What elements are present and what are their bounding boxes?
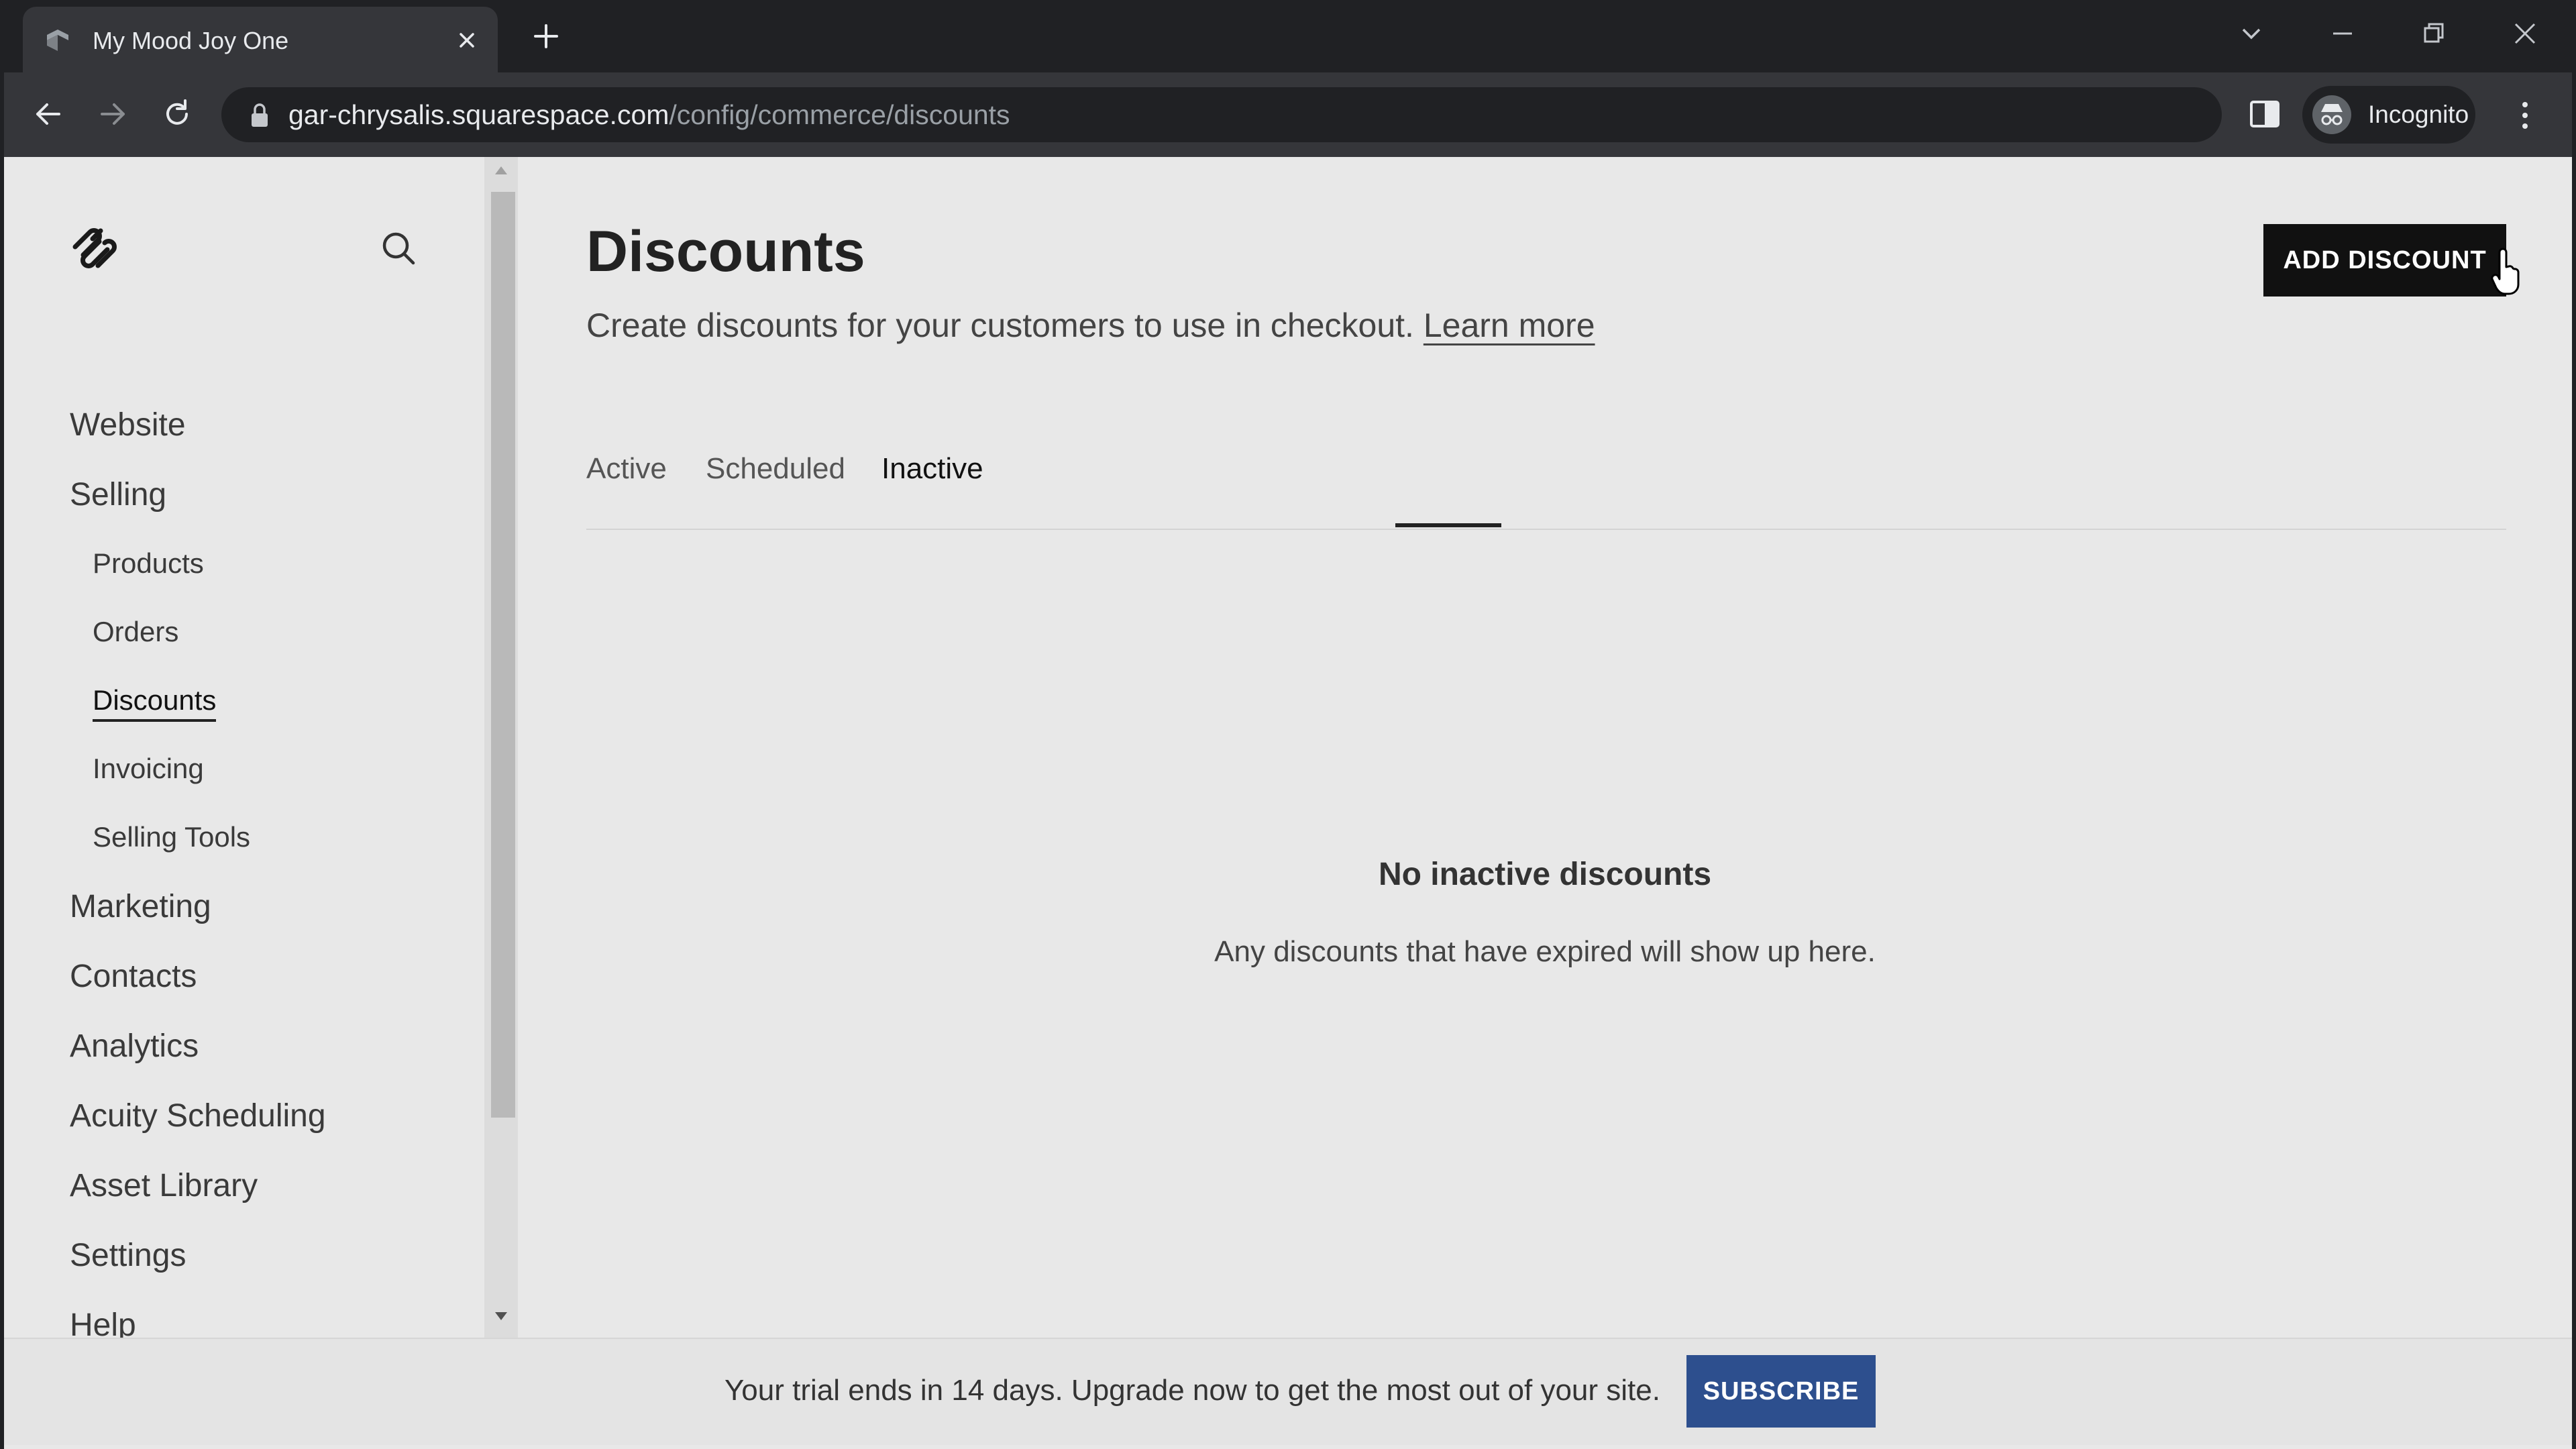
forward-arrow-icon[interactable]: [93, 94, 133, 134]
sidebar: Website Selling Products Orders Discount…: [4, 157, 484, 1343]
scroll-down-arrow-icon[interactable]: [492, 1309, 510, 1323]
url-path: /config/commerce/discounts: [669, 99, 1010, 130]
empty-state-title: No inactive discounts: [1378, 857, 1712, 892]
url-text: gar-chrysalis.squarespace.com/config/com…: [288, 99, 1010, 131]
sidebar-item-selling-tools[interactable]: Selling Tools: [93, 821, 250, 853]
browser-tab[interactable]: My Mood Joy One: [23, 7, 498, 72]
main-content: Discounts Create discounts for your cust…: [518, 157, 2572, 1338]
trial-message: Your trial ends in 14 days. Upgrade now …: [724, 1374, 1660, 1407]
back-arrow-icon[interactable]: [28, 94, 68, 134]
browser-menu-icon[interactable]: [2512, 95, 2538, 136]
sidebar-item-website[interactable]: Website: [70, 407, 186, 443]
sidebar-item-marketing[interactable]: Marketing: [70, 888, 211, 925]
squarespace-logo-icon[interactable]: [68, 225, 122, 271]
page-title: Discounts: [586, 219, 865, 284]
scrollbar-thumb[interactable]: [491, 192, 515, 1118]
address-bar[interactable]: gar-chrysalis.squarespace.com/config/com…: [221, 87, 2416, 142]
empty-state-description: Any discounts that have expired will sho…: [1214, 935, 1876, 968]
browser-tab-bar: My Mood Joy One: [0, 0, 2576, 72]
page-favicon-icon: [47, 30, 68, 51]
close-tab-icon[interactable]: [449, 23, 484, 58]
browser-toolbar: gar-chrysalis.squarespace.com/config/com…: [0, 72, 2576, 157]
subscribe-button[interactable]: SUBSCRIBE: [1686, 1355, 1876, 1428]
incognito-label: Incognito: [2368, 101, 2469, 128]
tab-title: My Mood Joy One: [93, 27, 289, 54]
sidebar-item-products[interactable]: Products: [93, 547, 204, 580]
minimize-icon[interactable]: [2322, 16, 2363, 51]
sidebar-item-asset-library[interactable]: Asset Library: [70, 1167, 258, 1204]
new-tab-icon[interactable]: [526, 19, 566, 54]
close-window-icon[interactable]: [2505, 16, 2545, 51]
sidebar-item-analytics[interactable]: Analytics: [70, 1028, 199, 1065]
page-description: Create discounts for your customers to u…: [586, 306, 1595, 345]
sidebar-item-acuity-scheduling[interactable]: Acuity Scheduling: [70, 1097, 326, 1134]
reload-icon[interactable]: [157, 94, 197, 134]
restore-icon[interactable]: [2414, 16, 2454, 51]
tab-search-chevron-icon[interactable]: [2231, 16, 2271, 51]
incognito-icon: [2312, 95, 2351, 134]
side-panel-icon[interactable]: [2247, 97, 2282, 131]
trial-banner: Your trial ends in 14 days. Upgrade now …: [4, 1338, 2572, 1445]
search-icon[interactable]: [377, 227, 421, 271]
sidebar-item-orders[interactable]: Orders: [93, 616, 178, 648]
tab-inactive[interactable]: Inactive: [881, 452, 983, 486]
sidebar-item-invoicing[interactable]: Invoicing: [93, 753, 204, 785]
sidebar-scrollbar[interactable]: [484, 157, 518, 1338]
page-description-text: Create discounts for your customers to u…: [586, 307, 1414, 344]
tabs-divider: [586, 529, 2506, 530]
sidebar-item-discounts[interactable]: Discounts: [93, 684, 217, 722]
sidebar-item-settings[interactable]: Settings: [70, 1237, 186, 1274]
squarespace-page: Website Selling Products Orders Discount…: [4, 157, 2572, 1445]
learn-more-link[interactable]: Learn more: [1424, 307, 1595, 344]
tab-active[interactable]: Active: [586, 452, 667, 486]
active-tab-indicator: [1395, 523, 1501, 527]
lock-icon[interactable]: [250, 102, 270, 129]
sidebar-item-contacts[interactable]: Contacts: [70, 958, 197, 995]
hand-cursor-icon: [2491, 248, 2520, 295]
tab-scheduled[interactable]: Scheduled: [706, 452, 845, 486]
scroll-up-arrow-icon[interactable]: [492, 164, 510, 177]
url-host: gar-chrysalis.squarespace.com: [288, 99, 669, 130]
add-discount-button[interactable]: ADD DISCOUNT: [2263, 224, 2506, 297]
incognito-profile-button[interactable]: Incognito: [2302, 86, 2475, 144]
window-frame-right: [2572, 72, 2576, 1449]
sidebar-item-selling[interactable]: Selling: [70, 476, 166, 513]
